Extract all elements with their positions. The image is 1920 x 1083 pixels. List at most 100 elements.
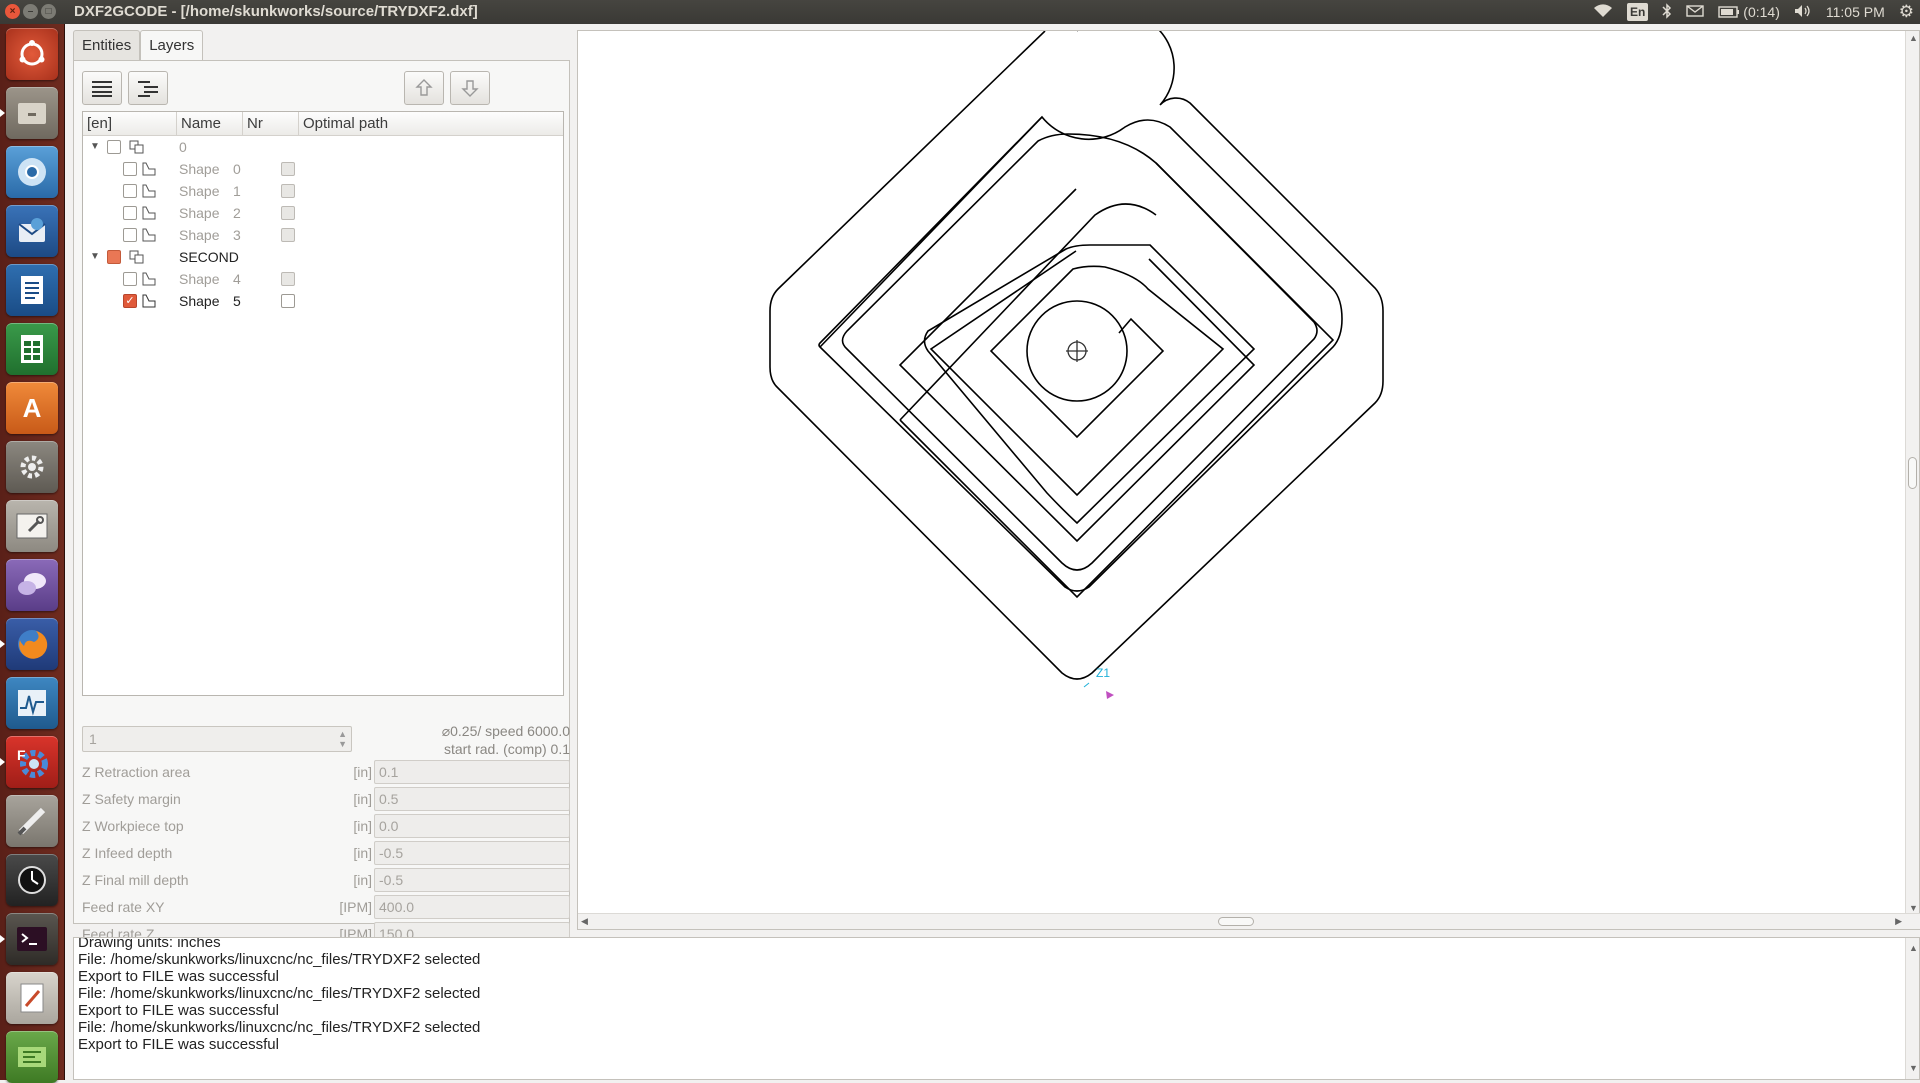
system-monitor-icon[interactable] [6,677,58,729]
invert-selection-button[interactable] [128,71,168,105]
app-window: Entities Layers [en] Name Nr Optimal pat… [65,24,1920,1080]
z-workpiece-top-field[interactable]: 0.0 [374,814,570,838]
mail-icon[interactable] [1686,4,1704,20]
move-up-button[interactable] [404,71,444,105]
log-line: Export to FILE was successful [78,1036,279,1053]
terminal-icon[interactable] [0,913,58,965]
vertical-scroll-thumb[interactable] [1908,457,1917,489]
shape-checkbox[interactable] [123,272,137,286]
spiral-drawing[interactable]: Z1 [578,31,1906,915]
z-final-mill-depth-field[interactable]: -0.5 [374,868,570,892]
optimal-path-checkbox[interactable] [281,162,295,176]
shape-checkbox[interactable] [123,162,137,176]
scroll-left-icon[interactable]: ◀ [581,916,588,927]
column-nr[interactable]: Nr [243,112,299,135]
ubuntu-dash-icon[interactable] [6,28,58,80]
z-safety-margin-field[interactable]: 0.5 [374,787,570,811]
shape-checkbox[interactable] [123,228,137,242]
param-feed-rate-xy: Feed rate XY [IPM] 400.0 [82,895,572,919]
shape-icon [141,294,157,308]
pidgin-icon[interactable] [6,559,58,611]
tree-row-shape-1[interactable]: Shape 1 [83,180,563,202]
battery-indicator[interactable]: (0:14) [1718,4,1780,20]
tree-row-shape-3[interactable]: Shape 3 [83,224,563,246]
shape-checkbox[interactable]: ✓ [123,294,137,308]
log-line: File: /home/skunkworks/linuxcnc/nc_files… [78,1019,481,1036]
calc-icon[interactable] [6,323,58,375]
optimal-path-checkbox[interactable] [281,228,295,242]
expand-arrow-icon[interactable]: ▼ [90,141,100,152]
move-down-button[interactable] [450,71,490,105]
minimize-icon[interactable]: – [23,4,38,19]
volume-icon[interactable] [1794,4,1812,21]
layer-checkbox[interactable] [107,140,121,154]
horizontal-scroll-thumb[interactable] [1218,917,1254,926]
shape-checkbox[interactable] [123,184,137,198]
keyboard-layout-indicator[interactable]: En [1626,3,1649,21]
system-settings-icon[interactable] [6,441,58,493]
close-icon[interactable]: × [5,4,20,19]
tree-row-layer-second[interactable]: ▼ SECOND [83,246,563,268]
horizontal-scrollbar[interactable]: ◀ ▶ [578,913,1920,929]
wifi-icon[interactable] [1593,3,1613,21]
shape-icon [141,272,157,286]
optimal-path-checkbox[interactable] [281,206,295,220]
optimal-path-checkbox[interactable] [281,272,295,286]
column-name[interactable]: Name [177,112,243,135]
column-optimal-path[interactable]: Optimal path [299,112,563,135]
software-center-icon[interactable]: A [6,382,58,434]
select-all-button[interactable] [82,71,122,105]
scroll-down-icon[interactable]: ▼ [1909,903,1918,913]
drawing-canvas[interactable]: Z1 ▲ ▼ ◀ ▶ [577,30,1920,930]
shape-nr: 3 [233,227,241,243]
clock[interactable]: 11:05 PM [1826,4,1885,20]
tree-row-layer-0[interactable]: ▼ 0 [83,136,563,158]
expand-arrow-icon[interactable]: ▼ [90,251,100,262]
layer-checkbox[interactable] [107,250,121,264]
tools-window-icon[interactable] [6,500,58,552]
tree-row-shape-0[interactable]: Shape 0 [83,158,563,180]
scroll-right-icon[interactable]: ▶ [1895,916,1902,927]
tree-row-shape-5[interactable]: ✓ Shape 5 [83,290,563,312]
column-enabled[interactable]: [en] [83,112,177,135]
z-retraction-area-field[interactable]: 0.1 [374,760,570,784]
thunderbird-icon[interactable] [6,205,58,257]
tree-header: [en] Name Nr Optimal path [83,112,563,136]
tool-select[interactable]: 1 ▲ ▼ [82,726,352,752]
firefox-icon[interactable] [0,618,58,670]
log-line: File: /home/skunkworks/linuxcnc/nc_files… [78,951,481,968]
text-editor-icon[interactable] [6,972,58,1024]
scroll-up-icon[interactable]: ▲ [1909,940,1918,957]
tab-layers[interactable]: Layers [140,30,204,61]
chromium-icon[interactable] [6,146,58,198]
scroll-up-icon[interactable]: ▲ [1909,33,1918,43]
z-infeed-depth-field[interactable]: -0.5 [374,841,570,865]
clock-icon[interactable] [6,854,58,906]
gear-icon[interactable]: ⚙ [1899,2,1914,22]
left-panel: Entities Layers [en] Name Nr Optimal pat… [73,30,572,946]
feed-rate-xy-field[interactable]: 400.0 [374,895,570,919]
writer-icon[interactable] [6,264,58,316]
scroll-down-icon[interactable]: ▼ [1909,1060,1918,1077]
pcb-icon[interactable] [6,1031,58,1083]
shape-name: Shape [179,271,220,287]
tree-row-shape-4[interactable]: Shape 4 [83,268,563,290]
indicator-area: En (0:14) 11:05 PM ⚙ [1593,2,1914,22]
vertical-scrollbar[interactable]: ▲ ▼ [1905,31,1919,915]
files-icon[interactable] [0,87,58,139]
tree-row-shape-2[interactable]: Shape 2 [83,202,563,224]
log-scrollbar[interactable]: ▲ ▼ [1905,938,1919,1079]
param-label: Z Retraction area [82,764,191,780]
optimal-path-checkbox[interactable] [281,294,295,308]
param-z-infeed-depth: Z Infeed depth [in] -0.5 [82,841,572,865]
maximize-icon[interactable]: □ [41,4,56,19]
gmoccapy-icon[interactable] [6,795,58,847]
dxf2gcode-icon[interactable]: F [0,736,58,788]
optimal-path-checkbox[interactable] [281,184,295,198]
message-log[interactable]: Drawing units: inches File: /home/skunkw… [73,937,1920,1080]
shape-checkbox[interactable] [123,206,137,220]
tab-entities[interactable]: Entities [73,30,141,60]
spin-arrows-icon[interactable]: ▲ ▼ [338,729,347,749]
bluetooth-icon[interactable] [1662,2,1672,22]
shape-name: Shape [179,293,220,309]
